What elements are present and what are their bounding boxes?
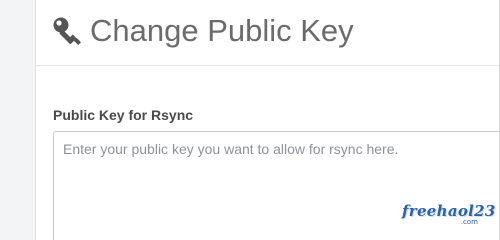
public-key-label: Public Key for Rsync xyxy=(53,107,194,123)
page-title: Change Public Key xyxy=(90,13,354,48)
page-header: Change Public Key xyxy=(36,0,500,66)
public-key-textarea[interactable] xyxy=(53,131,500,240)
left-rail xyxy=(0,0,36,240)
key-icon xyxy=(53,17,82,46)
content-panel: Change Public Key Public Key for Rsync f… xyxy=(36,0,500,240)
change-public-key-window: Change Public Key Public Key for Rsync f… xyxy=(0,0,500,240)
